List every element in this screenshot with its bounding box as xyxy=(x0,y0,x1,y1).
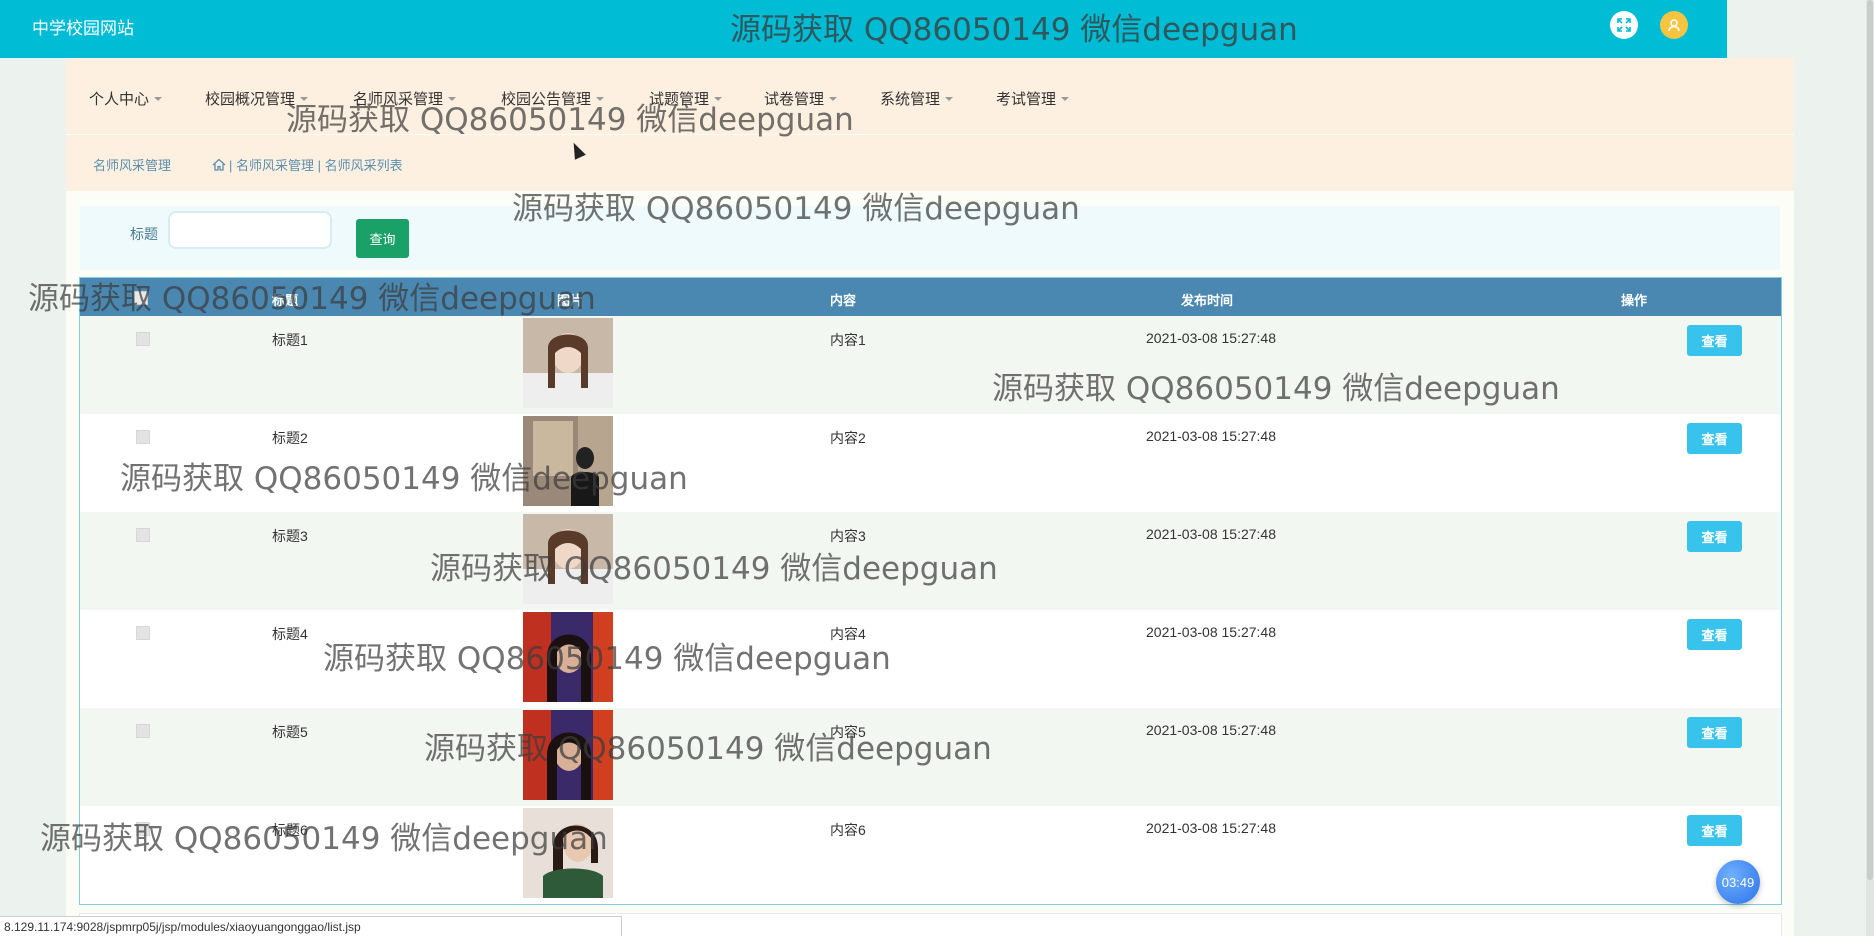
title-search-input[interactable] xyxy=(168,211,332,249)
row-title: 标题5 xyxy=(272,724,308,740)
chevron-down-icon xyxy=(714,96,723,101)
row-content: 内容4 xyxy=(830,626,866,642)
nav-label: 考试管理 xyxy=(996,91,1057,108)
chevron-down-icon xyxy=(945,96,954,101)
teacher-photo xyxy=(523,318,613,408)
user-avatar-icon[interactable] xyxy=(1660,11,1688,39)
table-row: 标题1 内容1 2021-03-08 15:27:48 查看 xyxy=(80,316,1781,414)
view-button[interactable]: 查看 xyxy=(1687,521,1742,552)
row-time: 2021-03-08 15:27:48 xyxy=(1146,722,1276,738)
column-content[interactable]: 内容 xyxy=(830,290,856,309)
site-title: 中学校园网站 xyxy=(32,19,134,39)
teacher-photo xyxy=(523,710,613,800)
row-time: 2021-03-08 15:27:48 xyxy=(1146,526,1276,542)
row-time: 2021-03-08 15:27:48 xyxy=(1146,330,1276,346)
row-checkbox[interactable] xyxy=(136,822,150,836)
row-checkbox[interactable] xyxy=(136,724,150,738)
nav-label: 校园概况管理 xyxy=(205,91,296,108)
timer-badge[interactable]: 03:49 xyxy=(1716,860,1760,904)
nav-teachers[interactable]: 名师风采管理 xyxy=(353,88,457,109)
chevron-down-icon xyxy=(596,96,605,101)
nav-label: 名师风采管理 xyxy=(353,91,444,108)
row-content: 内容3 xyxy=(830,528,866,544)
nav-system[interactable]: 系统管理 xyxy=(880,88,954,109)
row-content: 内容2 xyxy=(830,430,866,446)
status-bar-url: 8.129.11.174:9028/jspmrp05j/jsp/modules/… xyxy=(0,916,622,936)
nav-label: 试题管理 xyxy=(649,91,710,108)
view-button[interactable]: 查看 xyxy=(1687,325,1742,356)
view-button[interactable]: 查看 xyxy=(1687,423,1742,454)
nav-personal-center[interactable]: 个人中心 xyxy=(89,88,163,109)
top-bar: 中学校园网站 xyxy=(0,0,1727,58)
column-image: 图片 xyxy=(557,293,584,308)
nav-papers[interactable]: 试卷管理 xyxy=(764,88,838,109)
row-title: 标题1 xyxy=(272,332,308,348)
search-button[interactable]: 查询 xyxy=(356,219,409,258)
column-actions: 操作 xyxy=(1621,293,1648,308)
breadcrumb: 名师风采管理 | 名师风采管理 | 名师风采列表 xyxy=(66,135,1794,191)
table-row: 标题3 内容3 2021-03-08 15:27:48 查看 xyxy=(80,512,1781,610)
nav-label: 系统管理 xyxy=(880,91,941,108)
row-checkbox[interactable] xyxy=(136,528,150,542)
breadcrumb-path: | 名师风采管理 | 名师风采列表 xyxy=(212,155,403,174)
teacher-photo xyxy=(523,514,613,604)
chevron-down-icon xyxy=(300,96,309,101)
main-panel: 个人中心 校园概况管理 名师风采管理 校园公告管理 试题管理 试卷管理 系统管理… xyxy=(66,58,1794,936)
page-scrollbar[interactable] xyxy=(1866,0,1874,936)
row-title: 标题2 xyxy=(272,430,308,446)
row-checkbox[interactable] xyxy=(136,332,150,346)
table-row: 标题2 内容2 2021-03-08 15:27:48 查看 xyxy=(80,414,1781,512)
row-content: 内容5 xyxy=(830,724,866,740)
nav-label: 校园公告管理 xyxy=(501,91,592,108)
scrollbar-thumb[interactable] xyxy=(1867,0,1873,880)
fullscreen-icon[interactable] xyxy=(1610,11,1638,39)
view-button[interactable]: 查看 xyxy=(1687,815,1742,846)
nav-announcements[interactable]: 校园公告管理 xyxy=(501,88,605,109)
row-time: 2021-03-08 15:27:48 xyxy=(1146,820,1276,836)
row-title: 标题6 xyxy=(272,822,308,838)
view-button[interactable]: 查看 xyxy=(1687,619,1742,650)
row-checkbox[interactable] xyxy=(136,626,150,640)
chevron-down-icon xyxy=(829,96,838,101)
table-header: 标题 图片 内容 发布时间 操作 xyxy=(80,278,1781,316)
nav-exams[interactable]: 考试管理 xyxy=(996,88,1070,109)
nav-questions[interactable]: 试题管理 xyxy=(649,88,723,109)
page-title: 名师风采管理 xyxy=(93,158,172,173)
column-title[interactable]: 标题 xyxy=(272,290,298,309)
breadcrumb-trail: | 名师风采管理 | 名师风采列表 xyxy=(229,158,403,173)
chevron-down-icon xyxy=(1061,96,1070,101)
row-time: 2021-03-08 15:27:48 xyxy=(1146,428,1276,444)
column-publish-time[interactable]: 发布时间 xyxy=(1181,290,1233,309)
table-row: 标题4 内容4 2021-03-08 15:27:48 查看 xyxy=(80,610,1781,708)
teachers-table: 标题 图片 内容 发布时间 操作 标题1 内容1 2021-03-08 15:2… xyxy=(79,277,1782,905)
nav-campus-overview[interactable]: 校园概况管理 xyxy=(205,88,309,109)
row-time: 2021-03-08 15:27:48 xyxy=(1146,624,1276,640)
row-title: 标题4 xyxy=(272,626,308,642)
row-checkbox[interactable] xyxy=(136,430,150,444)
chevron-down-icon xyxy=(448,96,457,101)
view-button[interactable]: 查看 xyxy=(1687,717,1742,748)
row-title: 标题3 xyxy=(272,528,308,544)
nav-label: 试卷管理 xyxy=(764,91,825,108)
table-row: 标题5 内容5 2021-03-08 15:27:48 查看 xyxy=(80,708,1781,806)
home-icon[interactable] xyxy=(212,158,226,172)
teacher-photo xyxy=(523,808,613,898)
nav-bar: 个人中心 校园概况管理 名师风采管理 校园公告管理 试题管理 试卷管理 系统管理… xyxy=(66,58,1794,134)
row-content: 内容6 xyxy=(830,822,866,838)
nav-label: 个人中心 xyxy=(89,91,150,108)
search-label: 标题 xyxy=(130,226,158,242)
table-row: 标题6 内容6 2021-03-08 15:27:48 查看 xyxy=(80,806,1781,904)
chevron-down-icon xyxy=(154,96,163,101)
search-bar: 标题 查询 xyxy=(80,206,1780,270)
teacher-photo xyxy=(523,416,613,506)
teacher-photo xyxy=(523,612,613,702)
select-all-checkbox[interactable] xyxy=(134,291,148,305)
row-content: 内容1 xyxy=(830,332,866,348)
